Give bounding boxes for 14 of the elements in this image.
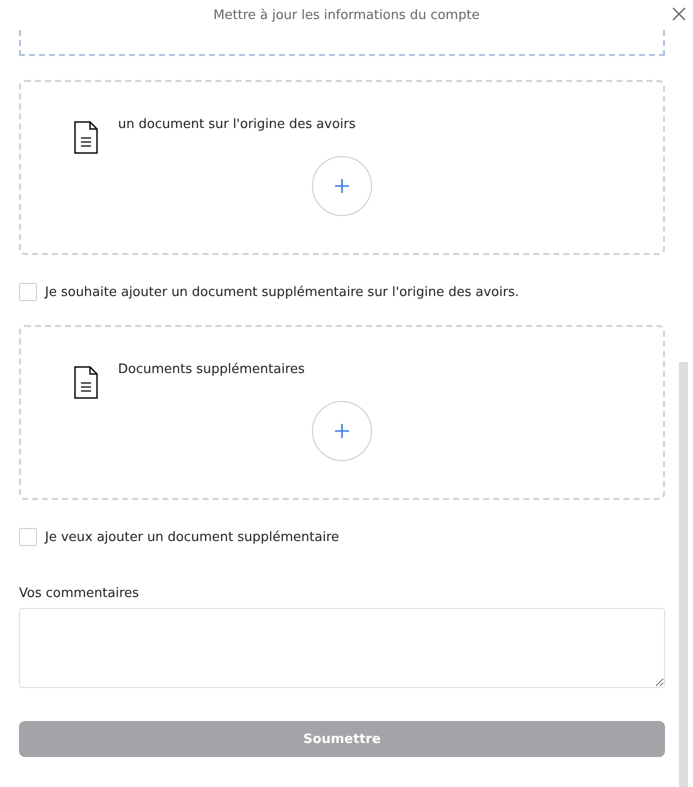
upload-label: Documents supplémentaires <box>118 362 305 377</box>
comments-label: Vos commentaires <box>19 586 140 601</box>
dialog-title: Mettre à jour les informations du compte <box>213 8 480 22</box>
comments-field[interactable] <box>19 608 665 688</box>
checkbox-label: Je veux ajouter un document supplémentaire <box>45 530 340 544</box>
plus-icon <box>334 423 350 439</box>
plus-icon <box>334 178 350 194</box>
close-icon[interactable] <box>672 7 686 21</box>
upload-label: un document sur l'origine des avoirs <box>118 117 356 132</box>
checkbox[interactable] <box>19 283 37 301</box>
document-icon <box>74 121 98 154</box>
checkbox-label: Je souhaite ajouter un document supplémentaire sur l'origine des avoirs. <box>45 284 519 300</box>
document-icon <box>74 366 98 399</box>
checkbox[interactable] <box>19 528 37 546</box>
